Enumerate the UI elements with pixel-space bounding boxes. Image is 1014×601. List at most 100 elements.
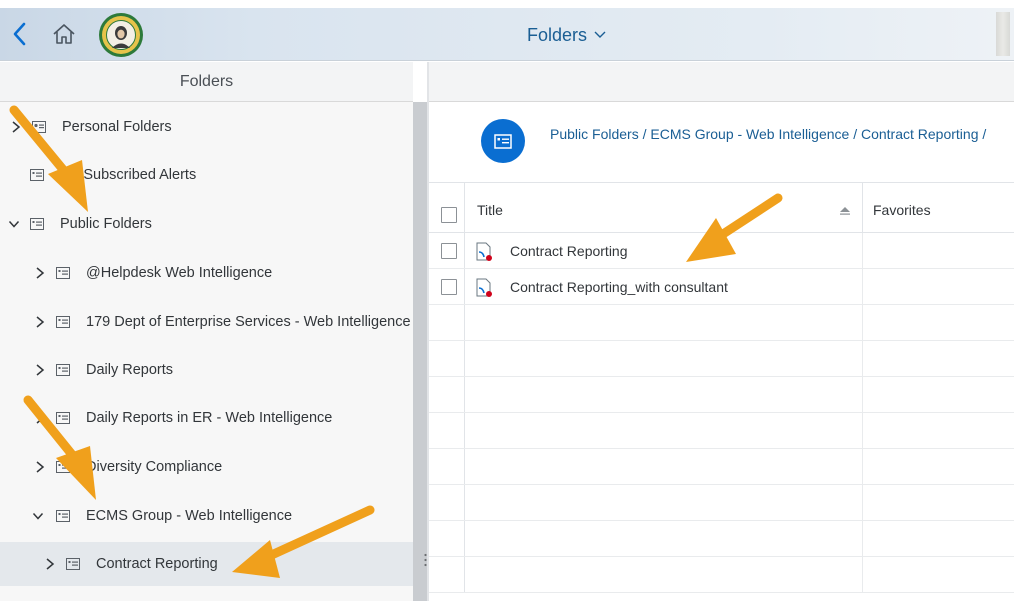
tree-item-label: Diversity Compliance xyxy=(86,459,223,475)
table-row-empty xyxy=(429,413,1014,449)
chevron-right-icon[interactable] xyxy=(10,120,22,134)
column-divider xyxy=(862,449,863,485)
folder-icon xyxy=(30,218,44,230)
column-divider xyxy=(862,233,863,269)
row-select-cell xyxy=(429,341,465,376)
content-toolbar xyxy=(429,62,1014,102)
chevron-right-icon[interactable] xyxy=(34,460,46,474)
table-row-empty xyxy=(429,377,1014,413)
chevron-right-icon[interactable] xyxy=(44,557,56,571)
document-title-link[interactable]: Contract Reporting xyxy=(510,243,628,259)
breadcrumb: Public Folders / ECMS Group - Web Intell… xyxy=(429,103,1014,182)
tree-item-label: ECMS Group - Web Intelligence xyxy=(86,508,293,524)
web-intelligence-document-icon xyxy=(476,278,492,297)
tree-item-label: My Subscribed Alerts xyxy=(60,167,197,183)
column-divider xyxy=(862,305,863,341)
table-row-empty xyxy=(429,305,1014,341)
folder-icon xyxy=(56,461,70,473)
pane-splitter-scrollbar[interactable] xyxy=(413,102,427,601)
folder-icon xyxy=(494,133,512,149)
chevron-right-icon[interactable] xyxy=(34,315,46,329)
home-icon[interactable] xyxy=(51,21,77,47)
column-header-title[interactable]: Title xyxy=(477,202,503,218)
table-row-empty xyxy=(429,485,1014,521)
tree-item-daily-reports[interactable]: Daily Reports xyxy=(0,348,413,392)
column-divider xyxy=(862,521,863,557)
table-header-row: Title Favorites xyxy=(429,182,1014,234)
sort-ascending-icon[interactable] xyxy=(840,207,850,215)
tree-item-label: 179 Dept of Enterprise Services - Web In… xyxy=(86,314,411,330)
row-select-cell xyxy=(429,413,465,448)
tree-item-label: @Helpdesk Web Intelligence xyxy=(86,265,273,281)
tree-item-label: Contract Reporting xyxy=(96,556,218,572)
table-row-empty xyxy=(429,521,1014,557)
folder-tree-title: Folders xyxy=(0,62,413,102)
row-select-cell xyxy=(429,233,465,268)
folder-icon xyxy=(56,267,70,279)
folder-icon xyxy=(66,558,80,570)
tree-item-label: Daily Reports in ER - Web Intelligence xyxy=(86,410,333,426)
row-select-cell xyxy=(429,485,465,520)
column-divider xyxy=(862,341,863,377)
column-header-favorites[interactable]: Favorites xyxy=(873,202,931,218)
column-divider xyxy=(862,413,863,449)
tree-item-personal-folders[interactable]: Personal Folders xyxy=(0,105,413,149)
chevron-down-icon xyxy=(594,31,606,38)
row-select-cell xyxy=(429,269,465,304)
table-row[interactable]: Contract Reporting_with consultant xyxy=(429,269,1014,305)
folder-icon xyxy=(56,510,70,522)
select-all-cell xyxy=(429,183,465,232)
folder-icon xyxy=(56,316,70,328)
chevron-right-icon[interactable] xyxy=(34,363,46,377)
table-row-empty xyxy=(429,449,1014,485)
folder-badge xyxy=(481,119,525,163)
breadcrumb-path-link[interactable]: Public Folders / ECMS Group - Web Intell… xyxy=(550,126,986,142)
column-divider xyxy=(862,269,863,305)
select-all-checkbox[interactable] xyxy=(441,207,457,223)
chevron-down-icon[interactable] xyxy=(32,509,44,523)
row-select-cell xyxy=(429,521,465,556)
personal-folder-icon xyxy=(32,121,46,133)
state-seal-logo[interactable] xyxy=(98,12,144,58)
tree-item-public-folders[interactable]: Public Folders xyxy=(0,202,413,246)
folder-icon xyxy=(56,364,70,376)
tree-item-diversity-compliance[interactable]: Diversity Compliance xyxy=(0,445,413,489)
header-title: Folders xyxy=(527,24,588,45)
document-title-link[interactable]: Contract Reporting_with consultant xyxy=(510,279,728,295)
tree-item-label: Daily Reports xyxy=(86,362,174,378)
tree-item-helpdesk-web-intelligence[interactable]: @Helpdesk Web Intelligence xyxy=(0,251,413,295)
tree-item-daily-reports-in-er[interactable]: Daily Reports in ER - Web Intelligence xyxy=(0,396,413,440)
table-row[interactable]: Contract Reporting xyxy=(429,233,1014,269)
tree-item-label: Public Folders xyxy=(60,216,152,232)
folder-tree-pane: Folders Personal Folders My Subscribed A… xyxy=(0,62,413,601)
tree-item-my-subscribed-alerts[interactable]: My Subscribed Alerts xyxy=(0,153,413,197)
row-checkbox[interactable] xyxy=(441,279,457,295)
folder-icon xyxy=(56,412,70,424)
row-select-cell xyxy=(429,377,465,412)
folder-icon xyxy=(30,169,44,181)
tree-item-label: Personal Folders xyxy=(62,119,172,135)
header-background-pillar xyxy=(996,12,1010,56)
folder-content-pane: Public Folders / ECMS Group - Web Intell… xyxy=(429,62,1014,601)
column-divider xyxy=(862,485,863,521)
table-row-empty xyxy=(429,341,1014,377)
tree-item-ecms-group-web-intelligence[interactable]: ECMS Group - Web Intelligence xyxy=(0,494,413,538)
column-divider xyxy=(862,377,863,413)
app-header: Folders xyxy=(0,8,1014,61)
tree-item-contract-reporting[interactable]: Contract Reporting xyxy=(0,542,413,586)
row-select-cell xyxy=(429,557,465,592)
column-divider xyxy=(862,183,863,234)
chevron-right-icon[interactable] xyxy=(34,411,46,425)
tree-item-179-dept-of-enterprise-services[interactable]: 179 Dept of Enterprise Services - Web In… xyxy=(0,300,413,344)
column-divider xyxy=(862,557,863,593)
row-select-cell xyxy=(429,449,465,484)
chevron-down-icon[interactable] xyxy=(8,217,20,231)
row-checkbox[interactable] xyxy=(441,243,457,259)
row-select-cell xyxy=(429,305,465,340)
documents-table: Title Favorites Contract Reporting Contr… xyxy=(429,182,1014,601)
web-intelligence-document-icon xyxy=(476,242,492,261)
chevron-right-icon[interactable] xyxy=(34,266,46,280)
table-row-empty xyxy=(429,557,1014,593)
back-chevron-icon[interactable] xyxy=(9,20,31,48)
header-title-menu[interactable]: Folders xyxy=(527,22,607,48)
